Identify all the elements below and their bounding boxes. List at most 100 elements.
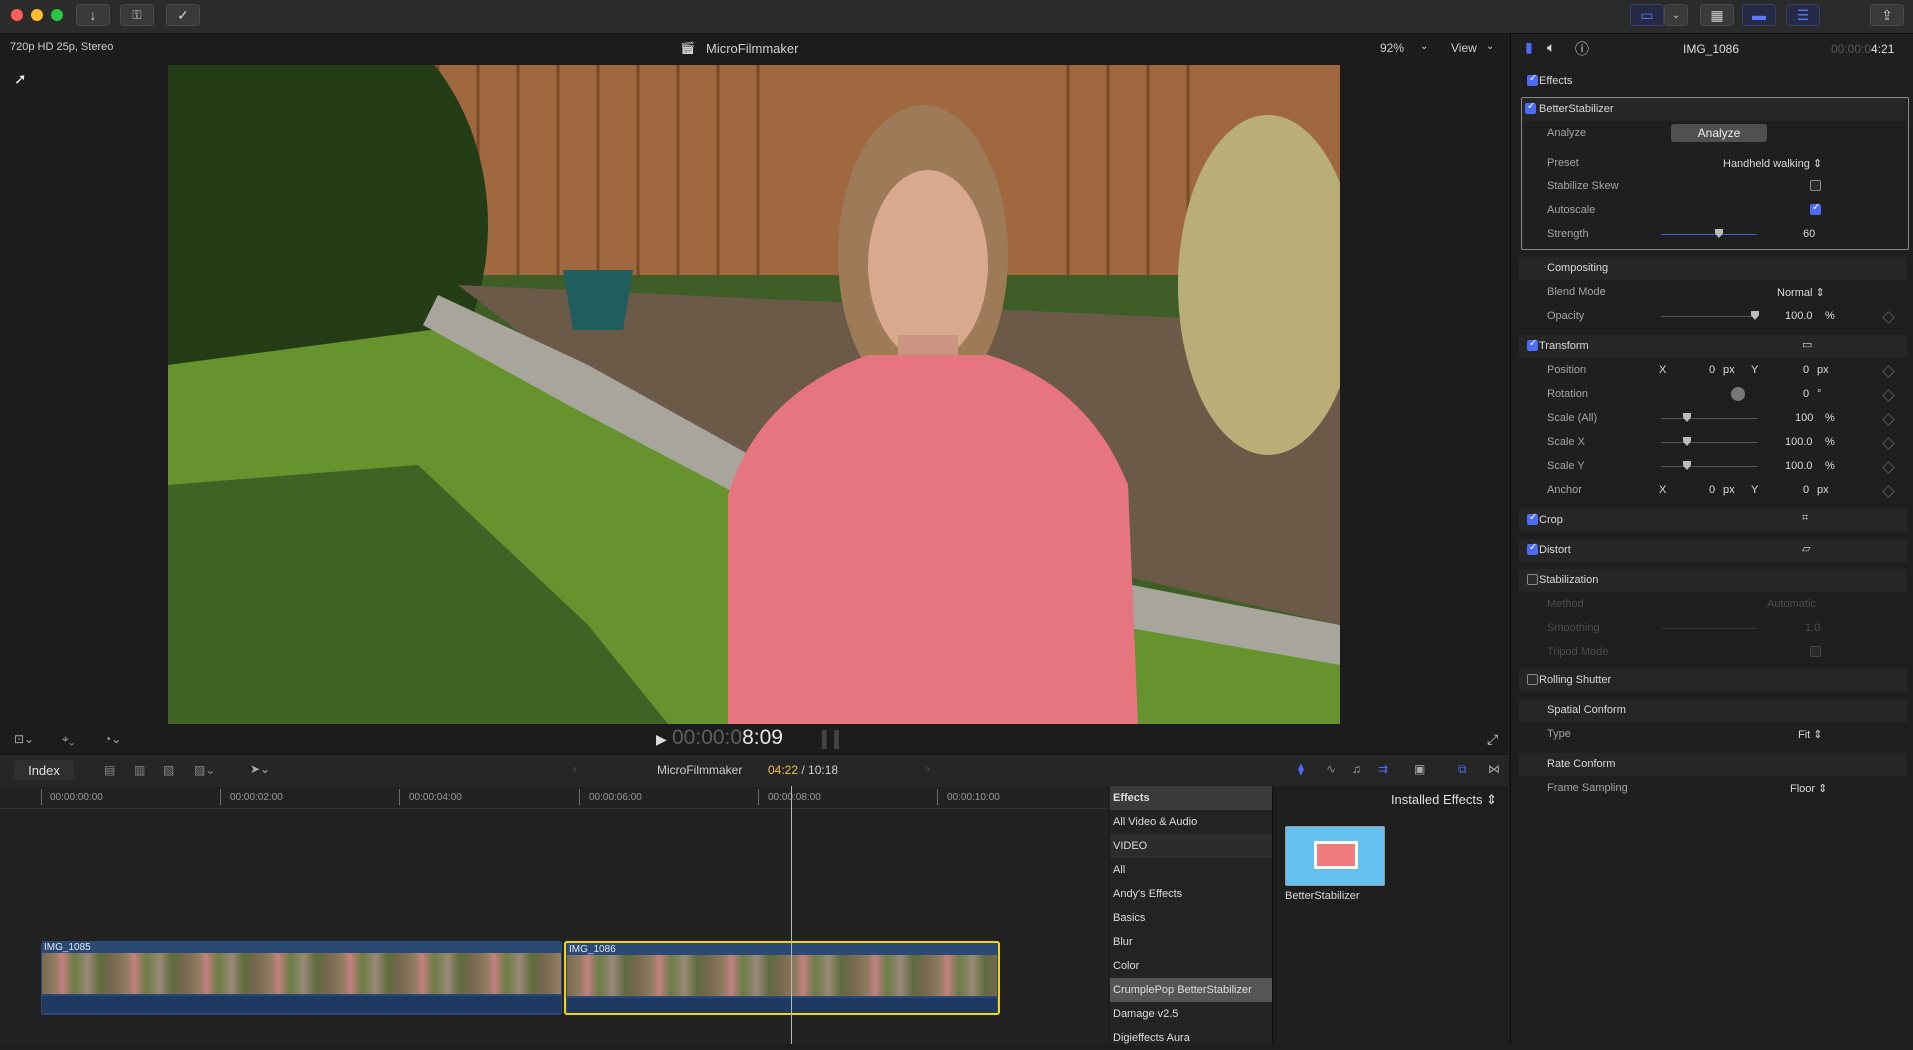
fullscreen-icon[interactable]: ⤢ bbox=[1487, 731, 1498, 748]
index-button[interactable]: Index bbox=[14, 760, 74, 780]
background-tasks-button[interactable]: ✓ bbox=[166, 4, 200, 26]
timeline-clip[interactable]: IMG_1085 bbox=[41, 941, 562, 1015]
timeline[interactable]: 00:00:00:00 00:00:02:00 00:00:04:00 00:0… bbox=[0, 786, 1108, 1044]
fx-category-all-video-audio[interactable]: All Video & Audio bbox=[1110, 810, 1272, 834]
playhead[interactable] bbox=[791, 786, 792, 1044]
autoscale-checkbox[interactable] bbox=[1810, 202, 1821, 215]
connect-clip-icon[interactable]: ▧ bbox=[163, 763, 174, 777]
autoscale-label: Autoscale bbox=[1547, 204, 1596, 216]
installed-effects-dropdown[interactable]: Installed Effects ⇕ bbox=[1391, 792, 1497, 808]
event-viewer-button[interactable]: ▦ bbox=[1700, 4, 1734, 26]
audio-inspector-icon[interactable]: 🔈︎ bbox=[1547, 39, 1555, 56]
timeline-toggle-button[interactable]: ▬ bbox=[1742, 4, 1776, 26]
transform-tool-icon[interactable]: ⌖⌄ bbox=[62, 732, 74, 747]
import-button[interactable]: ↓ bbox=[76, 4, 110, 26]
rolling-shutter-checkbox[interactable] bbox=[1527, 674, 1538, 685]
scale-x-slider[interactable] bbox=[1661, 437, 1757, 446]
opacity-value[interactable]: 100.0 bbox=[1785, 310, 1813, 322]
effects-checkbox[interactable] bbox=[1527, 73, 1538, 86]
keyframe-icon[interactable] bbox=[1882, 413, 1895, 426]
preset-dropdown[interactable]: Handheld walking ⇕ bbox=[1723, 157, 1822, 170]
forward-arrow-icon[interactable]: › bbox=[926, 762, 930, 776]
insert-clip-icon[interactable]: ▥ bbox=[134, 763, 145, 777]
scale-all-knob[interactable] bbox=[1683, 413, 1691, 422]
strength-value[interactable]: 60 bbox=[1803, 228, 1815, 240]
append-clip-icon[interactable]: ▤ bbox=[104, 763, 115, 777]
keyframe-icon[interactable] bbox=[1882, 437, 1895, 450]
anchor-x-value[interactable]: 0 bbox=[1709, 484, 1715, 496]
strength-slider[interactable] bbox=[1661, 229, 1757, 238]
strength-knob[interactable] bbox=[1715, 229, 1723, 238]
keyframe-icon[interactable] bbox=[1882, 389, 1895, 402]
stabilize-skew-checkbox[interactable] bbox=[1810, 180, 1821, 191]
film-icon[interactable]: ▣ bbox=[1414, 762, 1425, 776]
browser-toggle-button[interactable]: ▭ bbox=[1630, 4, 1664, 26]
rotation-dial[interactable] bbox=[1731, 387, 1745, 401]
keyframe-icon[interactable] bbox=[1882, 461, 1895, 474]
headphones-icon[interactable]: ♫ bbox=[1352, 762, 1361, 776]
scale-y-knob[interactable] bbox=[1683, 461, 1691, 470]
crop-onscreen-icon[interactable]: ⌗ bbox=[1802, 512, 1808, 525]
fx-category-blur[interactable]: Blur bbox=[1110, 930, 1272, 954]
overwrite-clip-icon[interactable]: ▨⌄ bbox=[194, 763, 215, 777]
blend-mode-dropdown[interactable]: Normal ⇕ bbox=[1777, 286, 1825, 299]
inspector-toggle-button[interactable]: ☰ bbox=[1786, 4, 1820, 26]
viewer-options-icon[interactable]: ⊡⌄ bbox=[14, 732, 34, 746]
timeline-clip-selected[interactable]: IMG_1086 bbox=[564, 941, 1000, 1015]
scale-all-value[interactable]: 100 bbox=[1795, 412, 1813, 424]
transitions-icon[interactable]: ⋈ bbox=[1488, 762, 1500, 776]
snapping-icon[interactable]: ⇉ bbox=[1378, 762, 1388, 776]
scale-x-knob[interactable] bbox=[1683, 437, 1691, 446]
video-inspector-icon[interactable]: ▮ bbox=[1525, 39, 1533, 56]
keywords-button[interactable]: ⚿ bbox=[120, 4, 154, 26]
waveform-icon[interactable]: ∿ bbox=[1326, 762, 1336, 776]
position-x-value[interactable]: 0 bbox=[1709, 364, 1715, 376]
scale-all-slider[interactable] bbox=[1661, 413, 1757, 422]
opacity-knob[interactable] bbox=[1751, 311, 1759, 320]
stabilization-checkbox[interactable] bbox=[1527, 574, 1538, 585]
anchor-y-value[interactable]: 0 bbox=[1803, 484, 1809, 496]
betterstabilizer-checkbox[interactable] bbox=[1525, 101, 1536, 114]
minimize-window-button[interactable] bbox=[31, 9, 43, 21]
close-window-button[interactable] bbox=[11, 9, 23, 21]
fx-category-color[interactable]: Color bbox=[1110, 954, 1272, 978]
distort-checkbox[interactable] bbox=[1527, 542, 1538, 555]
distort-onscreen-icon[interactable]: ▱ bbox=[1802, 542, 1810, 555]
zoom-window-button[interactable] bbox=[51, 9, 63, 21]
clip-appearance-icon[interactable]: ⧫ bbox=[1298, 762, 1304, 776]
scale-y-value[interactable]: 100.0 bbox=[1785, 460, 1813, 472]
keyframe-icon[interactable] bbox=[1882, 311, 1895, 324]
type-dropdown[interactable]: Fit ⇕ bbox=[1798, 728, 1823, 741]
play-button[interactable]: ▶ bbox=[656, 731, 667, 748]
frame-sampling-dropdown[interactable]: Floor ⇕ bbox=[1790, 782, 1827, 795]
back-arrow-icon[interactable]: ‹ bbox=[573, 762, 577, 776]
opacity-slider[interactable] bbox=[1661, 311, 1759, 320]
speed-icon[interactable]: ◔⌄ bbox=[104, 732, 121, 746]
effect-thumbnail[interactable] bbox=[1285, 826, 1385, 886]
transform-checkbox[interactable] bbox=[1527, 338, 1538, 351]
effects-browser-icon[interactable]: ⧉ bbox=[1458, 762, 1467, 777]
video-frame[interactable] bbox=[168, 65, 1340, 724]
scale-x-value[interactable]: 100.0 bbox=[1785, 436, 1813, 448]
rotation-value[interactable]: 0 bbox=[1803, 388, 1809, 400]
zoom-dropdown[interactable]: 92% bbox=[1380, 41, 1404, 55]
fx-category-andys-effects[interactable]: Andy's Effects bbox=[1110, 882, 1272, 906]
crop-checkbox[interactable] bbox=[1527, 512, 1538, 525]
info-icon[interactable]: ⓘ bbox=[1575, 39, 1589, 59]
layout-menu-button[interactable]: ⌄ bbox=[1664, 4, 1688, 26]
position-y-value[interactable]: 0 bbox=[1803, 364, 1809, 376]
select-tool-icon[interactable]: ➤⌄ bbox=[250, 762, 270, 776]
view-dropdown[interactable]: View bbox=[1451, 41, 1477, 55]
fx-category-digieffects[interactable]: Digieffects Aura bbox=[1110, 1026, 1272, 1050]
timeline-ruler[interactable]: 00:00:00:00 00:00:02:00 00:00:04:00 00:0… bbox=[0, 786, 1108, 809]
keyframe-icon[interactable] bbox=[1882, 485, 1895, 498]
fx-category-damage[interactable]: Damage v2.5 bbox=[1110, 1002, 1272, 1026]
fx-category-crumplepop[interactable]: CrumplePop BetterStabilizer bbox=[1110, 978, 1272, 1002]
scale-y-slider[interactable] bbox=[1661, 461, 1757, 470]
analyze-button[interactable]: Analyze bbox=[1671, 124, 1767, 142]
fx-category-all[interactable]: All bbox=[1110, 858, 1272, 882]
share-button[interactable]: ⇪ bbox=[1870, 4, 1904, 26]
transform-onscreen-icon[interactable]: ▭ bbox=[1802, 338, 1812, 351]
fx-category-basics[interactable]: Basics bbox=[1110, 906, 1272, 930]
keyframe-icon[interactable] bbox=[1882, 365, 1895, 378]
